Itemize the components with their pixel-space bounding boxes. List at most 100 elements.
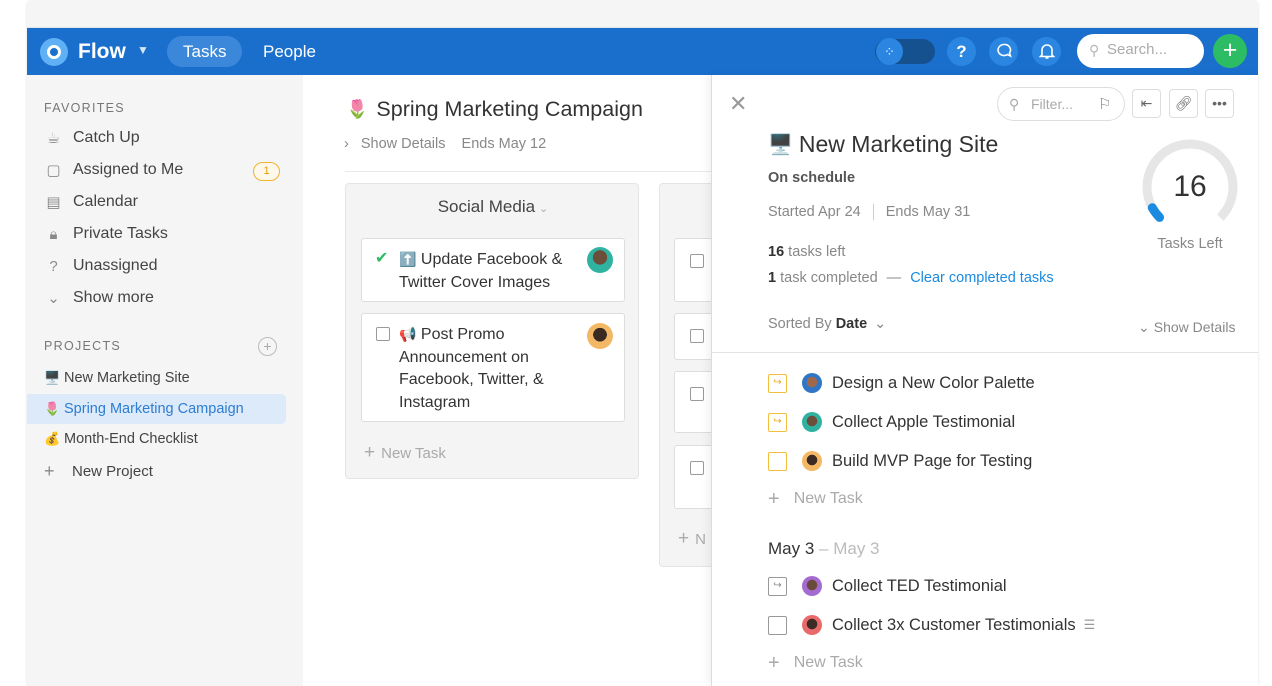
project-title-text: Spring Marketing Campaign: [376, 97, 643, 121]
new-task-button[interactable]: + N: [678, 528, 706, 550]
filter-input[interactable]: [1031, 96, 1093, 112]
show-details-link[interactable]: Show Details: [361, 136, 446, 152]
task-card[interactable]: ✔ ⬆️ Update Facebook & Twitter Cover Ima…: [361, 238, 625, 302]
chevron-down-icon[interactable]: ⌄: [539, 203, 548, 215]
dash-separator: —: [886, 270, 902, 286]
collapse-panel-icon[interactable]: ⇤: [1132, 89, 1161, 118]
clear-completed-link[interactable]: Clear completed tasks: [910, 270, 1053, 286]
avatar: [587, 323, 613, 349]
subtask-checkbox[interactable]: ↪: [768, 576, 787, 596]
calendar-icon: ▤: [46, 194, 61, 211]
tulip-icon: 🌷: [346, 99, 369, 119]
column-title[interactable]: Social Media ⌄: [346, 197, 640, 217]
chat-icon[interactable]: [989, 37, 1018, 66]
project-spring-marketing-campaign[interactable]: 🌷 Spring Marketing Campaign: [27, 394, 286, 424]
search-box[interactable]: ⚲: [1077, 34, 1204, 68]
divider: [712, 352, 1258, 353]
avatar: [802, 412, 822, 432]
tasks-left-count: 16: [768, 244, 785, 260]
window-chrome: [27, 0, 1258, 28]
task-card-title: Update Facebook & Twitter Cover Images: [399, 251, 563, 291]
sidebar-item-calendar[interactable]: ▤ Calendar: [44, 193, 138, 211]
nav-tab-tasks[interactable]: Tasks: [167, 36, 243, 67]
monitor-icon: 🖥️: [44, 370, 61, 385]
start-date: Started Apr 24: [768, 204, 861, 220]
project-label: New Marketing Site: [64, 370, 190, 386]
divider: [345, 171, 711, 172]
new-task-button[interactable]: + New Task: [768, 488, 863, 511]
completed-text: task completed: [780, 270, 878, 286]
chevron-down-icon: ⌄: [874, 316, 887, 332]
show-details-toggle[interactable]: ⌄ Show Details: [1138, 319, 1235, 336]
search-input[interactable]: [1107, 41, 1197, 58]
task-row[interactable]: Build MVP Page for Testing: [768, 450, 1032, 472]
checkbox[interactable]: [690, 254, 704, 268]
filter-box[interactable]: ⚲ ⚐: [997, 87, 1125, 121]
chevron-right-icon[interactable]: ›: [344, 136, 349, 152]
megaphone-icon: 📢: [399, 326, 417, 342]
avatar: [802, 451, 822, 471]
task-card-title: Post Promo Announcement on Facebook, Twi…: [399, 326, 544, 411]
avatar: [802, 373, 822, 393]
divider: [872, 204, 874, 221]
new-project-button[interactable]: + New Project: [44, 461, 153, 482]
project-new-marketing-site[interactable]: 🖥️ New Marketing Site: [44, 370, 190, 386]
project-board: 🌷 Spring Marketing Campaign › Show Detai…: [303, 75, 734, 686]
subtask-checkbox[interactable]: ↪: [768, 373, 787, 393]
projects-title: PROJECTS: [44, 339, 122, 353]
project-end-date: Ends May 12: [461, 136, 547, 152]
task-row[interactable]: ↪ Design a New Color Palette: [768, 372, 1035, 394]
plus-icon: +: [678, 528, 690, 549]
nav-tab-people[interactable]: People: [247, 36, 332, 67]
dots-icon: ⁘: [876, 38, 903, 65]
new-task-button[interactable]: + New Task: [364, 442, 446, 464]
brand-name[interactable]: Flow: [78, 40, 126, 64]
project-detail-panel: ✕ ⚲ ⚐ ⇤ 🔗︎ ••• 🖥️ New Marketing Site On …: [711, 75, 1258, 686]
task-title: Design a New Color Palette: [832, 373, 1035, 392]
checkbox[interactable]: [768, 451, 787, 471]
new-task-button[interactable]: + New Task: [768, 652, 863, 675]
task-card-text: ⬆️ Update Facebook & Twitter Cover Image…: [399, 248, 584, 294]
sidebar-item-unassigned[interactable]: ? Unassigned: [44, 257, 157, 275]
plus-icon: +: [768, 652, 780, 674]
sidebar-item-private-tasks[interactable]: 🔒︎ Private Tasks: [44, 225, 168, 243]
avatar: [802, 576, 822, 596]
checkbox[interactable]: [376, 327, 390, 341]
new-task-label: New Task: [793, 654, 863, 671]
sort-control[interactable]: Sorted By Date ⌄: [768, 316, 886, 332]
close-icon[interactable]: ✕: [729, 91, 747, 117]
flag-icon[interactable]: ⚐: [1098, 95, 1111, 113]
chevron-down-icon[interactable]: ▼: [137, 43, 149, 57]
checkbox[interactable]: [690, 461, 704, 475]
checkbox[interactable]: [690, 329, 704, 343]
checkbox[interactable]: [768, 615, 787, 635]
gauge-label: Tasks Left: [1157, 236, 1223, 252]
sidebar-item-label: Show more: [73, 289, 154, 306]
add-button[interactable]: +: [1213, 34, 1247, 68]
panel-title: 🖥️ New Marketing Site: [768, 131, 998, 158]
checkmark-icon[interactable]: ✔: [375, 248, 388, 271]
checkbox[interactable]: [690, 387, 704, 401]
task-row[interactable]: Collect 3x Customer Testimonials ☰: [768, 614, 1095, 636]
project-month-end-checklist[interactable]: 💰 Month-End Checklist: [44, 431, 198, 447]
view-toggle[interactable]: ⁘: [875, 38, 935, 65]
task-row[interactable]: ↪ Collect Apple Testimonial: [768, 411, 1015, 433]
favorites-title: FAVORITES: [44, 101, 125, 115]
link-icon[interactable]: 🔗︎: [1169, 89, 1198, 118]
project-details-row: › Show Details Ends May 12: [344, 136, 558, 152]
project-label: Month-End Checklist: [64, 431, 198, 447]
task-row[interactable]: ↪ Collect TED Testimonial: [768, 575, 1007, 597]
task-card[interactable]: 📢 Post Promo Announcement on Facebook, T…: [361, 313, 625, 422]
notes-icon: ☰: [1083, 617, 1096, 632]
help-icon[interactable]: ?: [947, 37, 976, 66]
add-project-icon[interactable]: +: [258, 337, 277, 356]
flow-logo-icon[interactable]: [40, 38, 68, 66]
subtask-checkbox[interactable]: ↪: [768, 412, 787, 432]
more-icon[interactable]: •••: [1205, 89, 1234, 118]
sidebar-item-assigned-to-me[interactable]: ▢ Assigned to Me: [44, 161, 183, 179]
plus-icon: +: [364, 442, 376, 463]
sidebar-item-catch-up[interactable]: ☕︎ Catch Up: [44, 129, 140, 147]
upload-icon: ⬆️: [399, 251, 417, 267]
bell-icon[interactable]: [1032, 37, 1061, 66]
sidebar-item-show-more[interactable]: ⌄ Show more: [44, 289, 154, 307]
